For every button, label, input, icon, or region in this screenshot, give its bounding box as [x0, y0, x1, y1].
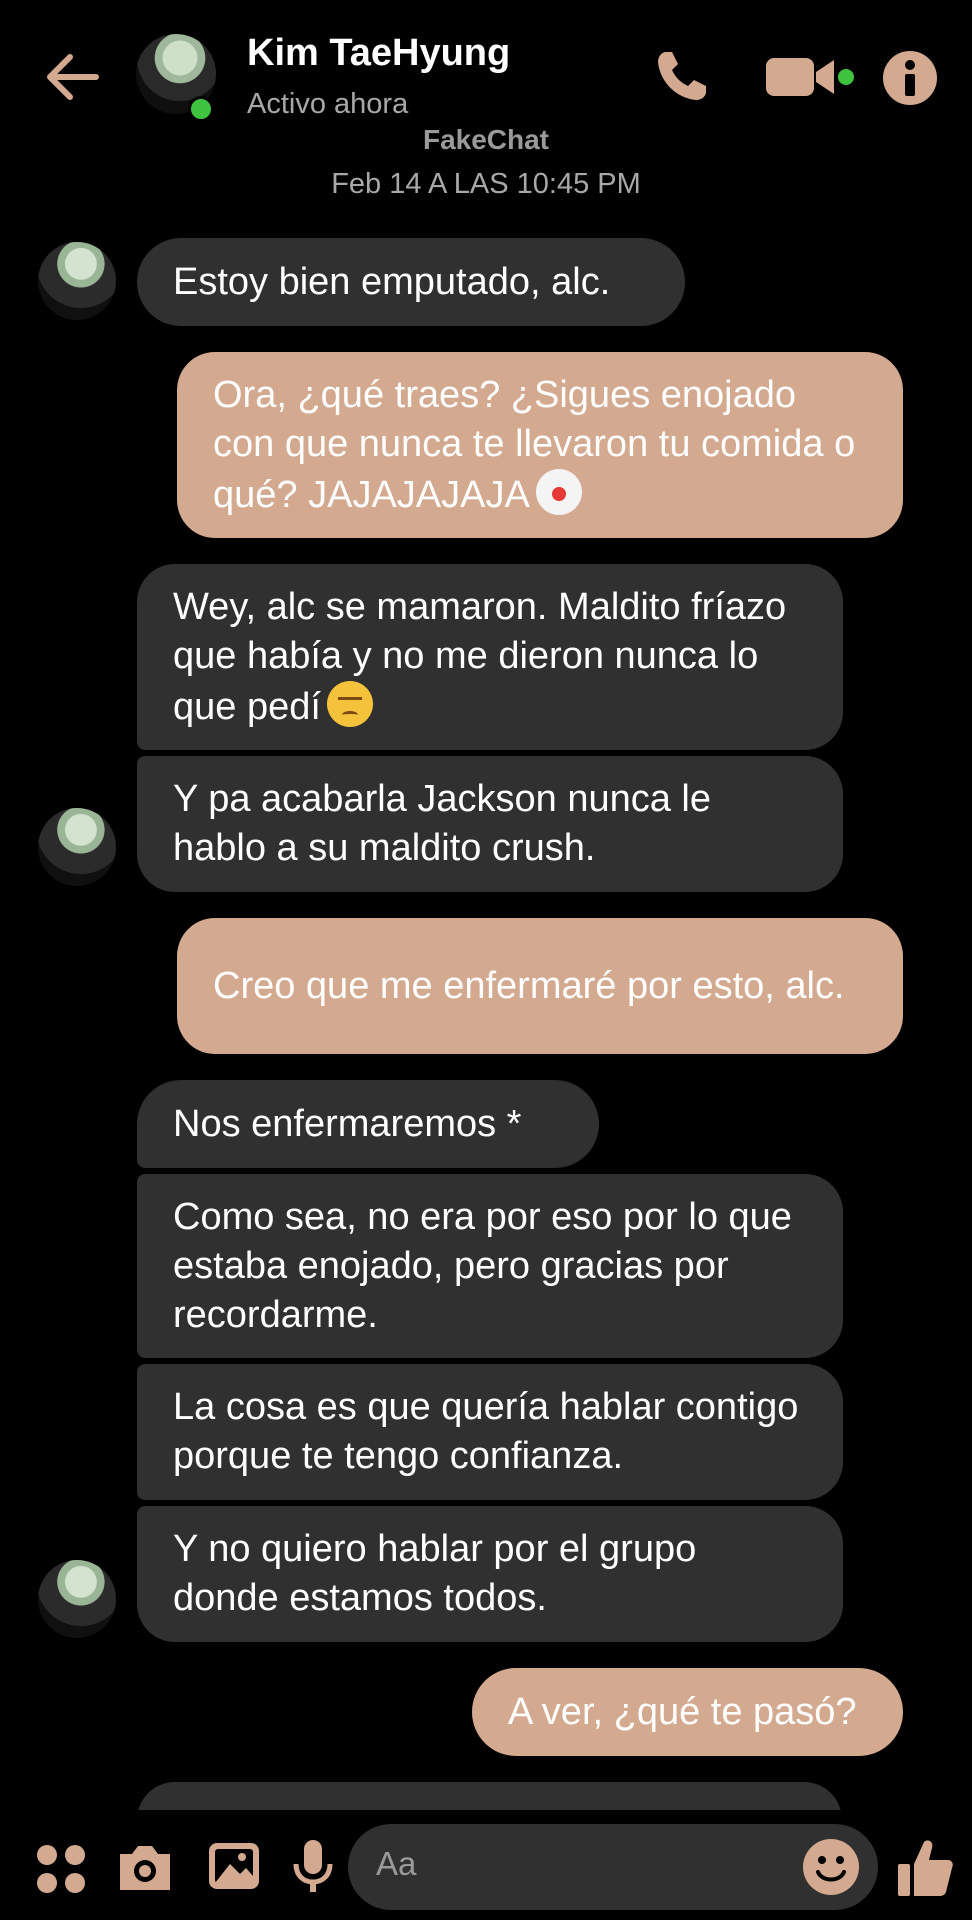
sender-avatar[interactable]	[38, 1560, 116, 1638]
message-text: A ver, ¿qué te pasó?	[508, 1690, 857, 1733]
message-text: Wey, alc se mamaron. Maldito fríazo que …	[173, 585, 787, 728]
message-bubble-incoming[interactable]: Y pa acabarla Jackson nunca le hablo a s…	[137, 756, 843, 892]
message-bubble-incoming[interactable]: Y no quiero hablar por el grupo donde es…	[137, 1506, 843, 1642]
message-bubble-incoming[interactable]: Estoy bien emputado, alc.	[137, 238, 685, 326]
message-bubble-incoming[interactable]: Nos enfermaremos *	[137, 1080, 599, 1168]
video-camera-icon[interactable]	[764, 52, 860, 102]
online-status-indicator	[188, 96, 214, 122]
conversation-timestamp: Feb 14 A LAS 10:45 PM	[331, 168, 641, 200]
emoji-icon[interactable]	[802, 1838, 860, 1896]
clown-face-icon	[535, 468, 582, 515]
message-bubble-incoming[interactable]: La cosa es que quería hablar contigo por…	[137, 1364, 843, 1500]
message-bubble-outgoing[interactable]: A ver, ¿qué te pasó?	[472, 1668, 903, 1756]
info-icon[interactable]	[882, 50, 938, 106]
message-input-placeholder: Aa	[376, 1845, 417, 1882]
arrow-left-icon[interactable]	[42, 50, 102, 104]
contact-name[interactable]: Kim TaeHyung	[247, 32, 510, 75]
chat-header: Kim TaeHyung Activo ahora	[0, 0, 972, 135]
pensive-face-icon	[326, 680, 373, 727]
message-text: Como sea, no era por eso por lo que esta…	[173, 1195, 792, 1336]
message-text: Nos enfermaremos *	[173, 1102, 522, 1145]
message-text: Creo que me enfermaré por esto, alc.	[213, 964, 845, 1007]
contact-status: Activo ahora	[247, 88, 409, 120]
message-bubble-incoming[interactable]: Como sea, no era por eso por lo que esta…	[137, 1174, 843, 1358]
microphone-icon[interactable]	[292, 1838, 334, 1896]
gallery-icon[interactable]	[206, 1840, 262, 1892]
apps-icon[interactable]	[34, 1842, 88, 1896]
message-text: Y pa acabarla Jackson nunca le hablo a s…	[173, 778, 711, 869]
sender-avatar[interactable]	[38, 808, 116, 886]
message-input[interactable]	[348, 1824, 878, 1910]
message-text: La cosa es que quería hablar contigo por…	[173, 1386, 799, 1477]
message-text: Ora, ¿qué traes? ¿Sigues enojado con que…	[213, 373, 856, 516]
camera-icon[interactable]	[116, 1840, 174, 1894]
message-bubble-outgoing[interactable]: Ora, ¿qué traes? ¿Sigues enojado con que…	[177, 352, 903, 538]
thumbs-up-icon[interactable]	[896, 1836, 954, 1898]
watermark: FakeChat	[422, 124, 550, 155]
message-bubble-outgoing[interactable]: Creo que me enfermaré por esto, alc.	[177, 918, 903, 1054]
message-bubble-incoming[interactable]: Wey, alc se mamaron. Maldito fríazo que …	[137, 564, 843, 750]
message-text: Estoy bien emputado, alc.	[173, 260, 611, 303]
sender-avatar[interactable]	[38, 242, 116, 320]
message-text: Y no quiero hablar por el grupo donde es…	[173, 1528, 697, 1619]
phone-icon[interactable]	[652, 46, 712, 106]
